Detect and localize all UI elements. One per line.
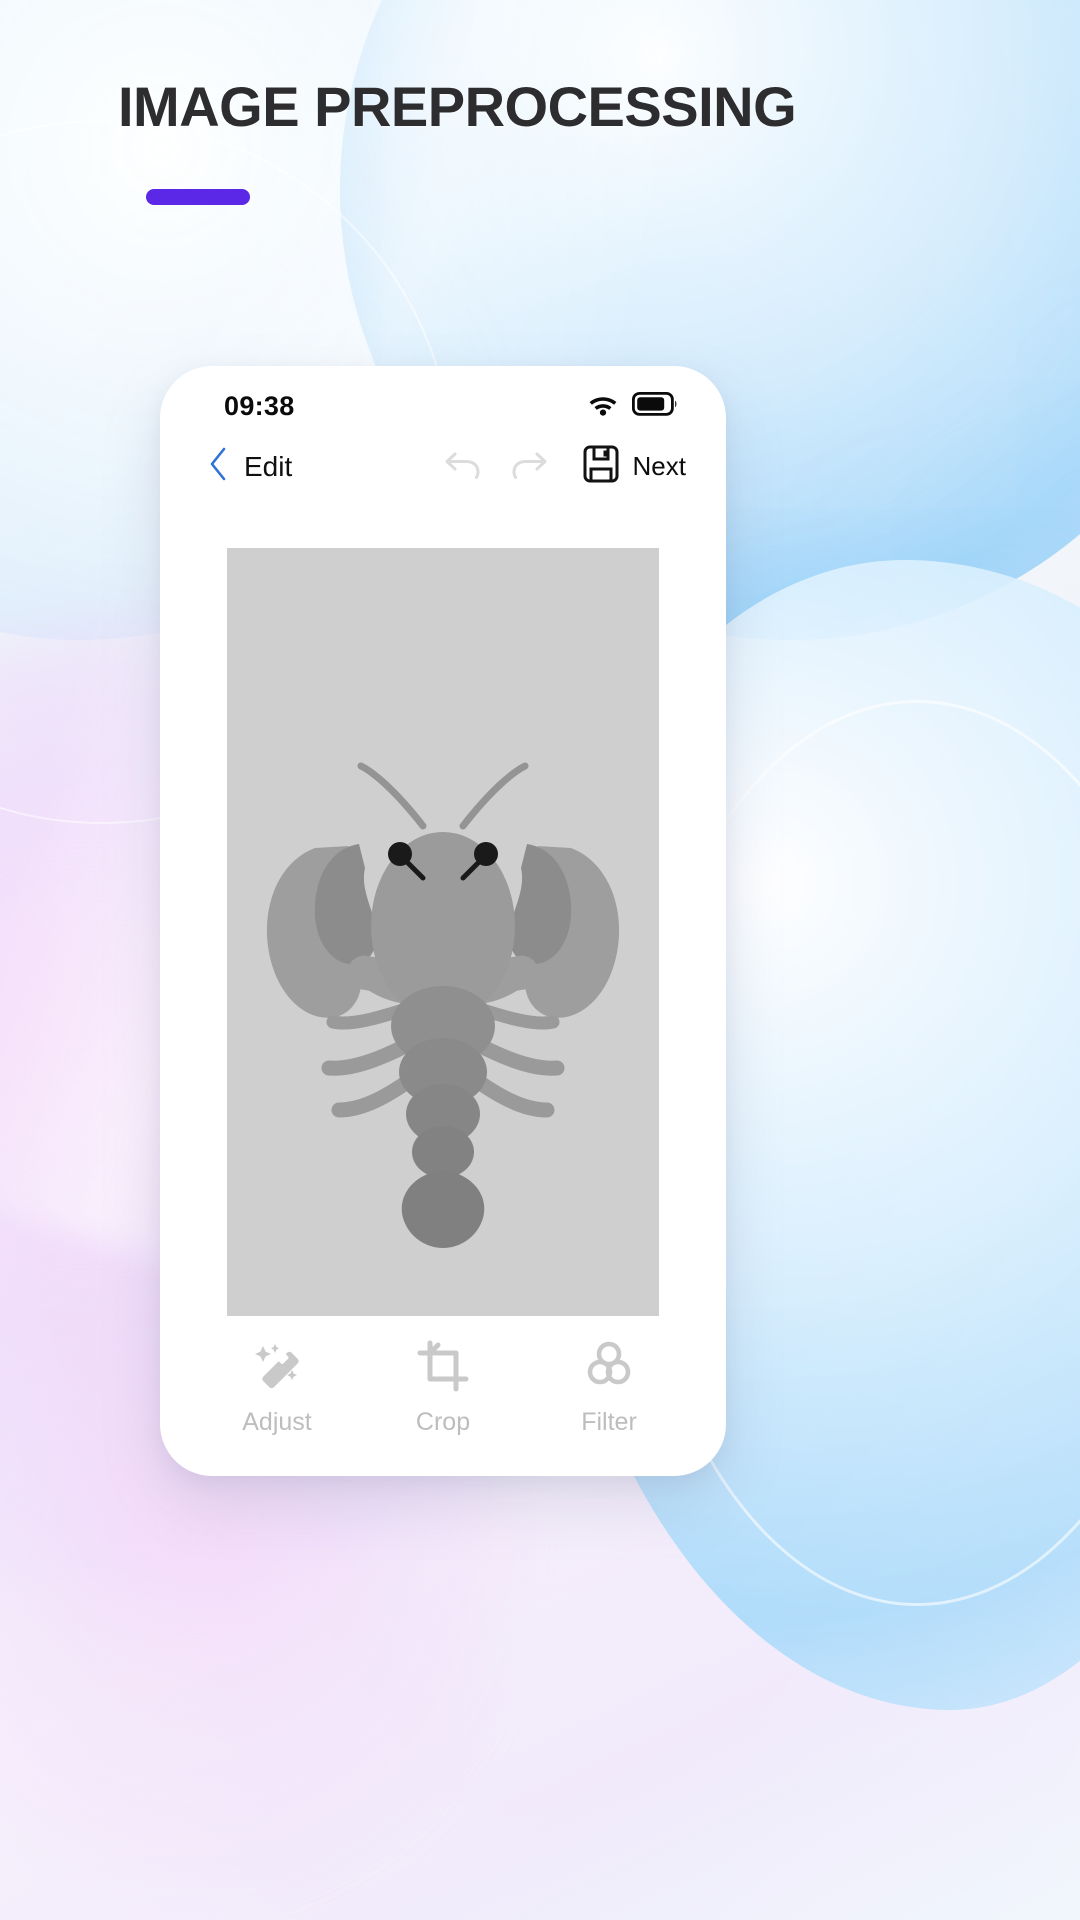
phone-screen: 09:38 Edit Next Adjust Crop Filter (160, 366, 726, 1476)
tool-label-filter: Filter (581, 1407, 637, 1436)
back-button[interactable] (208, 446, 228, 487)
wifi-icon (588, 393, 618, 421)
bottom-toolbar: Adjust Crop Filter (160, 1316, 726, 1476)
next-button[interactable]: Next (633, 451, 686, 482)
battery-icon (631, 392, 678, 421)
phone-mockup-frame: 09:38 Edit Next Adjust Crop Filter (160, 366, 726, 1476)
canvas-area (160, 502, 726, 1316)
status-bar-icons (588, 392, 678, 421)
tool-item-adjust[interactable]: Adjust (202, 1338, 352, 1437)
status-bar-clock: 09:38 (224, 391, 295, 422)
undo-arrow-icon (443, 448, 483, 485)
floppy-disk-save-icon (583, 445, 619, 488)
status-bar: 09:38 (160, 366, 726, 431)
tool-label-crop: Crop (415, 1407, 471, 1436)
title-accent-bar (146, 188, 250, 205)
undo-button[interactable] (443, 448, 483, 485)
tool-label-adjust: Adjust (242, 1407, 312, 1436)
filter-circles-icon (583, 1338, 635, 1394)
magic-wand-icon (251, 1338, 303, 1394)
tool-item-crop[interactable]: Crop (368, 1338, 518, 1437)
crop-icon (417, 1338, 469, 1394)
lobster-illustration (266, 762, 620, 1248)
page-title: IMAGE PREPROCESSING (118, 75, 797, 138)
toolbar-title: Edit (244, 450, 293, 482)
redo-arrow-icon (509, 448, 549, 485)
redo-button[interactable] (509, 448, 549, 485)
image-preview[interactable] (227, 547, 659, 1316)
chevron-left-icon (208, 446, 228, 487)
headline-block: IMAGE PREPROCESSING (118, 75, 978, 205)
edit-toolbar: Edit Next (160, 431, 726, 502)
tool-item-filter[interactable]: Filter (534, 1338, 684, 1437)
save-button[interactable] (583, 445, 619, 488)
